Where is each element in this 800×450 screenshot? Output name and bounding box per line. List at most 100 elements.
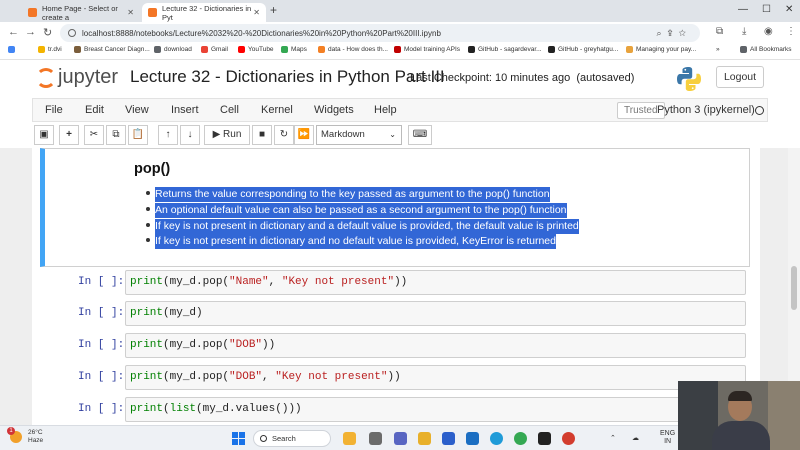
maximize-icon[interactable]: ☐ (762, 4, 771, 15)
code-cell[interactable]: In [ ]: print(my_d.pop("DOB")) (40, 333, 750, 359)
restart-run-all-icon[interactable]: ⏩ (294, 125, 314, 145)
extensions-icon[interactable]: ⧉ (716, 26, 723, 37)
downloads-icon[interactable]: ⤓ (742, 26, 746, 37)
bookmark-item[interactable]: Breast Cancer Diagn... (74, 46, 150, 53)
presenter-body (712, 421, 770, 450)
file-explorer-icon[interactable] (418, 432, 431, 445)
jupyter-logo[interactable]: jupyter (36, 66, 118, 89)
code-cell[interactable]: In [ ]: print(my_d) (40, 301, 750, 327)
forward-icon[interactable]: → (25, 26, 36, 38)
paste-icon[interactable]: 📋 (128, 125, 148, 145)
markdown-cell[interactable]: pop() Returns the value corresponding to… (40, 148, 750, 267)
run-button[interactable]: ▶ Run (204, 125, 250, 145)
move-down-icon[interactable]: ↓ (180, 125, 200, 145)
back-icon[interactable]: ← (8, 26, 19, 38)
task-view-icon[interactable] (369, 432, 382, 445)
cell-prompt: In [ ]: (78, 371, 125, 383)
weather-widget[interactable]: 1 26°C Haze (7, 427, 43, 445)
minimize-icon[interactable]: — (738, 4, 748, 15)
code-text: ( (163, 403, 170, 415)
terminal-app-icon[interactable] (538, 432, 551, 445)
code-text: (my_d) (163, 307, 203, 319)
tray-chevron-icon[interactable]: ⌃ (610, 434, 616, 442)
code-input[interactable]: print(my_d.pop("DOB")) (125, 333, 746, 358)
notebook-menubar: File Edit View Insert Cell Kernel Widget… (32, 98, 768, 122)
code-cell[interactable]: In [ ]: print(my_d.pop("Name", "Key not … (40, 270, 750, 296)
notebook-title[interactable]: Lecture 32 - Dictionaries in Python Part… (130, 67, 445, 87)
insert-cell-icon[interactable]: + (59, 125, 79, 145)
menu-edit[interactable]: Edit (85, 104, 104, 116)
close-tab-icon[interactable]: ✕ (253, 8, 260, 17)
webcam-overlay (678, 381, 800, 450)
bookmark-item[interactable]: Managing your pay... (626, 46, 696, 53)
new-tab-button[interactable]: + (270, 3, 277, 17)
weather-sun-icon: 1 (7, 427, 22, 443)
teams-app-icon[interactable] (394, 432, 407, 445)
bookmark-item[interactable]: data - How does th... (318, 46, 388, 53)
browser-tab-home[interactable]: Home Page - Select or create a ✕ (22, 3, 140, 22)
code-builtin: print (130, 339, 164, 351)
bookmark-item[interactable]: tr.dvi (38, 46, 62, 53)
bookmark-item[interactable]: Maps (281, 46, 307, 53)
bullet-icon (146, 207, 150, 211)
code-cell[interactable]: In [ ]: print(list(my_d.values())) (40, 397, 750, 423)
code-input[interactable]: print(my_d.pop("DOB", "Key not present")… (125, 365, 746, 390)
profile-icon[interactable]: ◉ (764, 26, 773, 37)
chrome-browser-icon[interactable] (514, 432, 527, 445)
taskbar-search[interactable]: Search (253, 430, 331, 447)
cell-prompt: In [ ]: (78, 276, 125, 288)
menu-widgets[interactable]: Widgets (314, 104, 354, 116)
restart-icon[interactable]: ↻ (274, 125, 294, 145)
omnibox-actions[interactable]: ⌕⇪☆ (657, 28, 692, 39)
cloud-icon[interactable]: ☁ (632, 434, 639, 442)
widgets-app-icon[interactable] (343, 432, 356, 445)
close-tab-icon[interactable]: ✕ (127, 8, 134, 17)
outlook-app-icon[interactable] (466, 432, 479, 445)
jupyter-header: jupyter Lecture 32 - Dictionaries in Pyt… (0, 60, 800, 96)
url-bar[interactable]: localhost:8888/notebooks/Lecture%2032%20… (60, 24, 700, 42)
input-language[interactable]: ENG IN (660, 430, 675, 446)
bookmark-item[interactable]: download (154, 46, 192, 53)
menu-kernel[interactable]: Kernel (261, 104, 293, 116)
command-palette-icon[interactable]: ⌨ (408, 125, 432, 145)
reload-icon[interactable]: ↻ (43, 26, 52, 39)
save-icon[interactable]: ▣ (34, 125, 54, 145)
weather-temp: 26°C (28, 429, 43, 436)
kernel-name[interactable]: Python 3 (ipykernel) (657, 104, 755, 116)
list-item: If key is not present in dictionary and … (146, 234, 556, 249)
markdown-heading: pop() (134, 161, 171, 177)
browser-tab-lecture[interactable]: Lecture 32 - Dictionaries in Pyt ✕ (142, 3, 266, 22)
scrollbar-thumb[interactable] (791, 266, 797, 310)
bookmark-item[interactable]: YouTube (238, 46, 274, 53)
close-window-icon[interactable]: ✕ (785, 4, 793, 15)
code-input[interactable]: print(my_d) (125, 301, 746, 326)
logout-button[interactable]: Logout (716, 66, 764, 88)
cell-type-select[interactable]: Markdown ⌄ (316, 125, 402, 145)
bookmark-item[interactable]: GitHub - greyhatgu... (548, 46, 618, 53)
bookmark-apps-icon[interactable] (8, 46, 18, 53)
code-input[interactable]: print(list(my_d.values())) (125, 397, 746, 422)
edge-browser-icon[interactable] (490, 432, 503, 445)
cut-icon[interactable]: ✂ (84, 125, 104, 145)
all-bookmarks[interactable]: All Bookmarks (740, 46, 792, 53)
code-input[interactable]: print(my_d.pop("Name", "Key not present"… (125, 270, 746, 295)
bookmark-item[interactable]: GitHub - sagardevar... (468, 46, 542, 53)
menu-help[interactable]: Help (374, 104, 397, 116)
menu-view[interactable]: View (125, 104, 149, 116)
code-cell[interactable]: In [ ]: print(my_d.pop("DOB", "Key not p… (40, 365, 750, 391)
interrupt-icon[interactable]: ■ (252, 125, 272, 145)
menu-icon[interactable]: ⋮ (786, 26, 796, 37)
copy-icon[interactable]: ⧉ (106, 125, 126, 145)
bookmark-item[interactable]: Gmail (201, 46, 228, 53)
app-icon[interactable] (562, 432, 575, 445)
menu-file[interactable]: File (45, 104, 63, 116)
site-info-icon[interactable] (68, 29, 76, 37)
move-up-icon[interactable]: ↑ (158, 125, 178, 145)
windows-start-icon[interactable] (232, 432, 245, 445)
bookmark-overflow[interactable]: » (716, 46, 720, 53)
word-app-icon[interactable] (442, 432, 455, 445)
menu-insert[interactable]: Insert (171, 104, 199, 116)
bookmark-item[interactable]: Model training APIs (394, 46, 460, 53)
address-row: ← → ↻ localhost:8888/notebooks/Lecture%2… (0, 22, 800, 44)
menu-cell[interactable]: Cell (220, 104, 239, 116)
